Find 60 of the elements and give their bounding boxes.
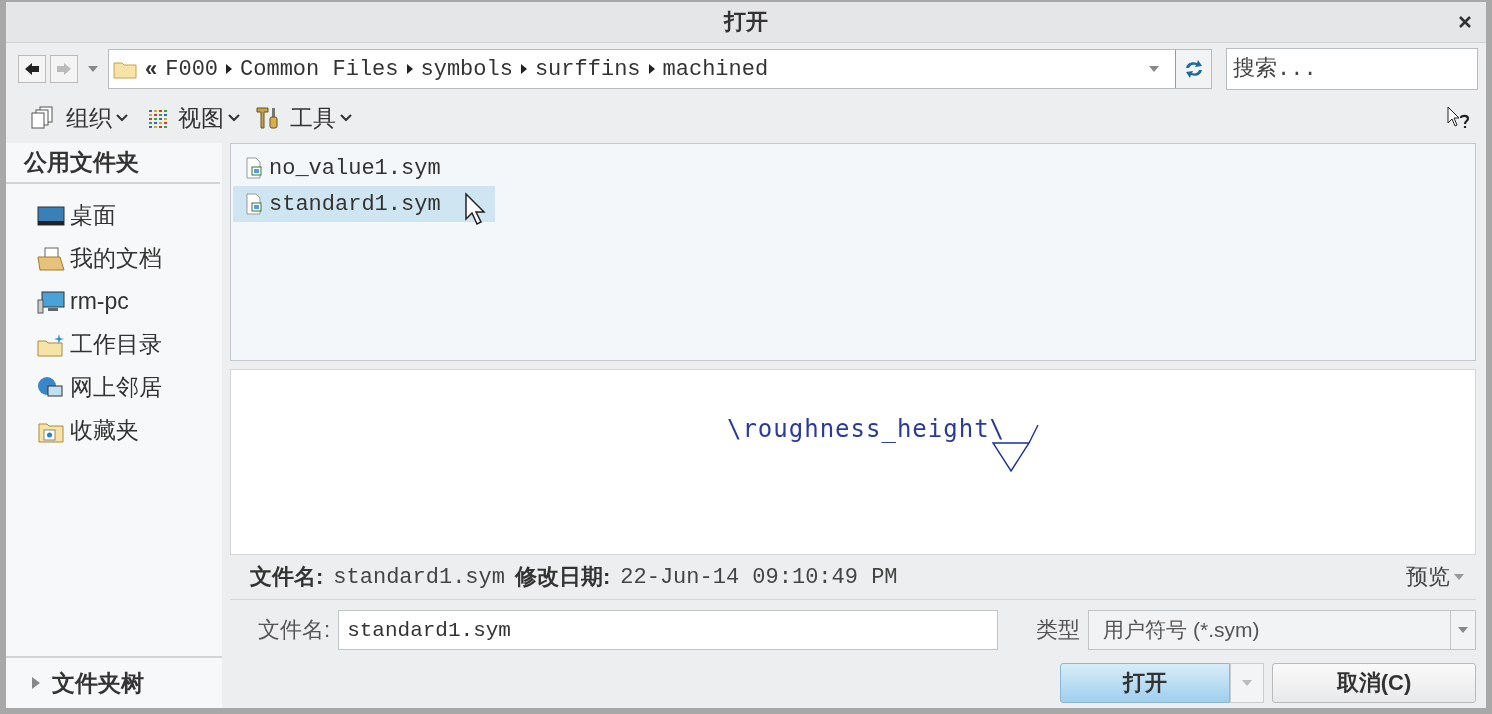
breadcrumb[interactable]: surffins [534,56,641,82]
file-item[interactable]: standard1.sym [233,186,495,222]
file-name-field[interactable]: standard1.sym [338,610,999,650]
breadcrumb[interactable]: F000 [165,56,219,82]
chevron-down-icon [116,114,128,122]
separator-arrow-icon[interactable] [406,64,413,74]
separator-arrow-icon[interactable] [226,64,233,74]
monitor-icon [36,203,66,228]
toolbar-menu-button[interactable]: 视图 [138,98,244,138]
caret-icon [1458,627,1468,633]
folder-tree-toggle[interactable]: 文件夹树 [6,656,222,708]
info-value: 22-Jun-14 09:10:49 PM [620,564,898,590]
toolbar-menu-button[interactable]: 工具 [250,98,356,138]
refresh-button[interactable] [1175,50,1211,88]
sidebar-item[interactable]: 桌面 [6,194,222,237]
dropdown-caret-icon[interactable] [1149,66,1159,72]
folder-icon [113,59,137,79]
field-label: 文件名: [258,616,331,644]
caret-icon [1242,680,1252,686]
network-icon [36,375,66,400]
back-button[interactable] [18,55,46,83]
file-icon [245,157,265,179]
breadcrumb[interactable]: machined [662,56,769,82]
preview-toggle[interactable]: 预览 [1406,562,1464,592]
sidebar-item[interactable]: 网上邻居 [6,366,222,409]
info-label: 文件名: [250,563,324,591]
mouse-pointer-icon [464,192,488,226]
chevron-down-icon [340,114,352,122]
sidebar-item[interactable]: rm-pc [6,280,222,323]
search-field[interactable]: 搜索... [1226,48,1478,90]
sidebar-item[interactable]: 收藏夹 [6,409,222,452]
help-cursor-icon[interactable] [1446,105,1472,131]
forward-arrow-icon [56,62,72,76]
separator-arrow-icon[interactable] [648,64,655,74]
computer-icon [36,289,66,314]
breadcrumb[interactable]: symbols [420,56,513,82]
documents-folder-icon [36,246,66,271]
caret-icon[interactable] [88,66,98,72]
separator-arrow-icon[interactable] [520,64,527,74]
chevron-down-icon [228,114,240,122]
file-item[interactable]: no_value1.sym [233,150,495,186]
file-type-dropdown[interactable]: 用户符号 (*.sym) [1088,610,1476,650]
back-arrow-icon [24,62,40,76]
info-value: standard1.sym [333,564,505,590]
breadcrumb[interactable]: Common Files [240,56,399,82]
address-bar[interactable]: « F000 Common Files symbols surffins machined [108,49,1212,89]
file-icon [245,193,265,215]
caret-icon [1454,574,1464,580]
toolbar-menu-button[interactable]: 组织 [26,98,132,138]
overflow-chevron[interactable]: « [145,56,158,82]
symbol-text: \roughness_height\ [726,415,1006,443]
field-label: 类型 [1036,616,1081,644]
sidebar-item[interactable]: 工作目录 [6,323,222,366]
open-button[interactable]: 打开 [1060,663,1230,703]
close-icon[interactable] [1458,15,1472,29]
sidebar-heading: 公用文件夹 [6,143,220,184]
window-title: 打开 [724,8,768,36]
cancel-button[interactable]: 取消(C) [1272,663,1476,703]
info-label: 修改日期: [514,563,611,591]
sidebar-item[interactable]: 我的文档 [6,237,222,280]
